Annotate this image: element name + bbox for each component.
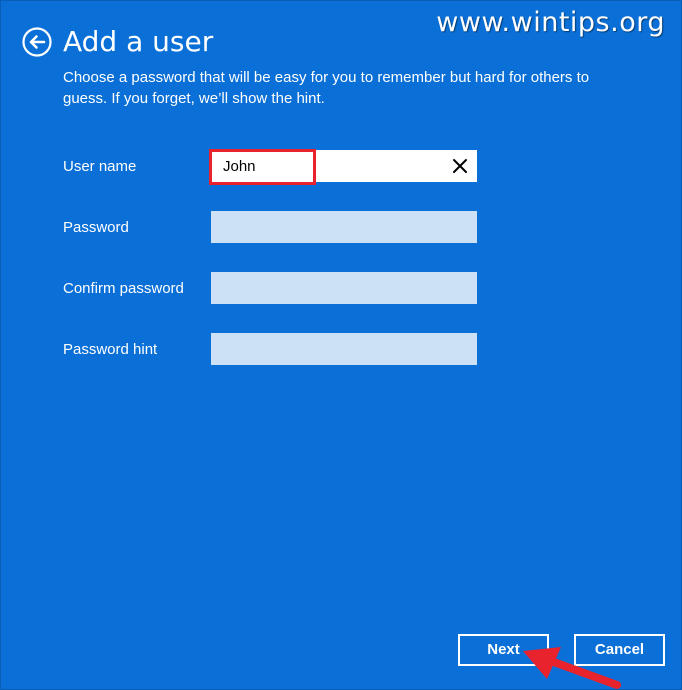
password-label: Password: [63, 219, 129, 236]
next-button[interactable]: Next: [458, 634, 549, 666]
watermark: www.wintips.org: [436, 7, 665, 38]
page-title: Add a user: [63, 25, 214, 58]
back-button[interactable]: [22, 27, 52, 57]
password-hint-label: Password hint: [63, 341, 158, 358]
cancel-button[interactable]: Cancel: [574, 634, 665, 666]
page-subtitle: Choose a password that will be easy for …: [63, 69, 590, 107]
close-icon[interactable]: [451, 157, 469, 175]
confirm-password-field[interactable]: [211, 272, 477, 304]
username-label: User name: [63, 158, 137, 175]
password-hint-field[interactable]: [211, 333, 477, 365]
back-arrow-icon: [22, 27, 52, 57]
password-field[interactable]: [211, 211, 477, 243]
confirm-password-label: Confirm password: [63, 280, 184, 297]
highlight-box: [209, 149, 316, 185]
add-user-dialog: www.wintips.org Add a user Choose a pass…: [0, 0, 682, 690]
